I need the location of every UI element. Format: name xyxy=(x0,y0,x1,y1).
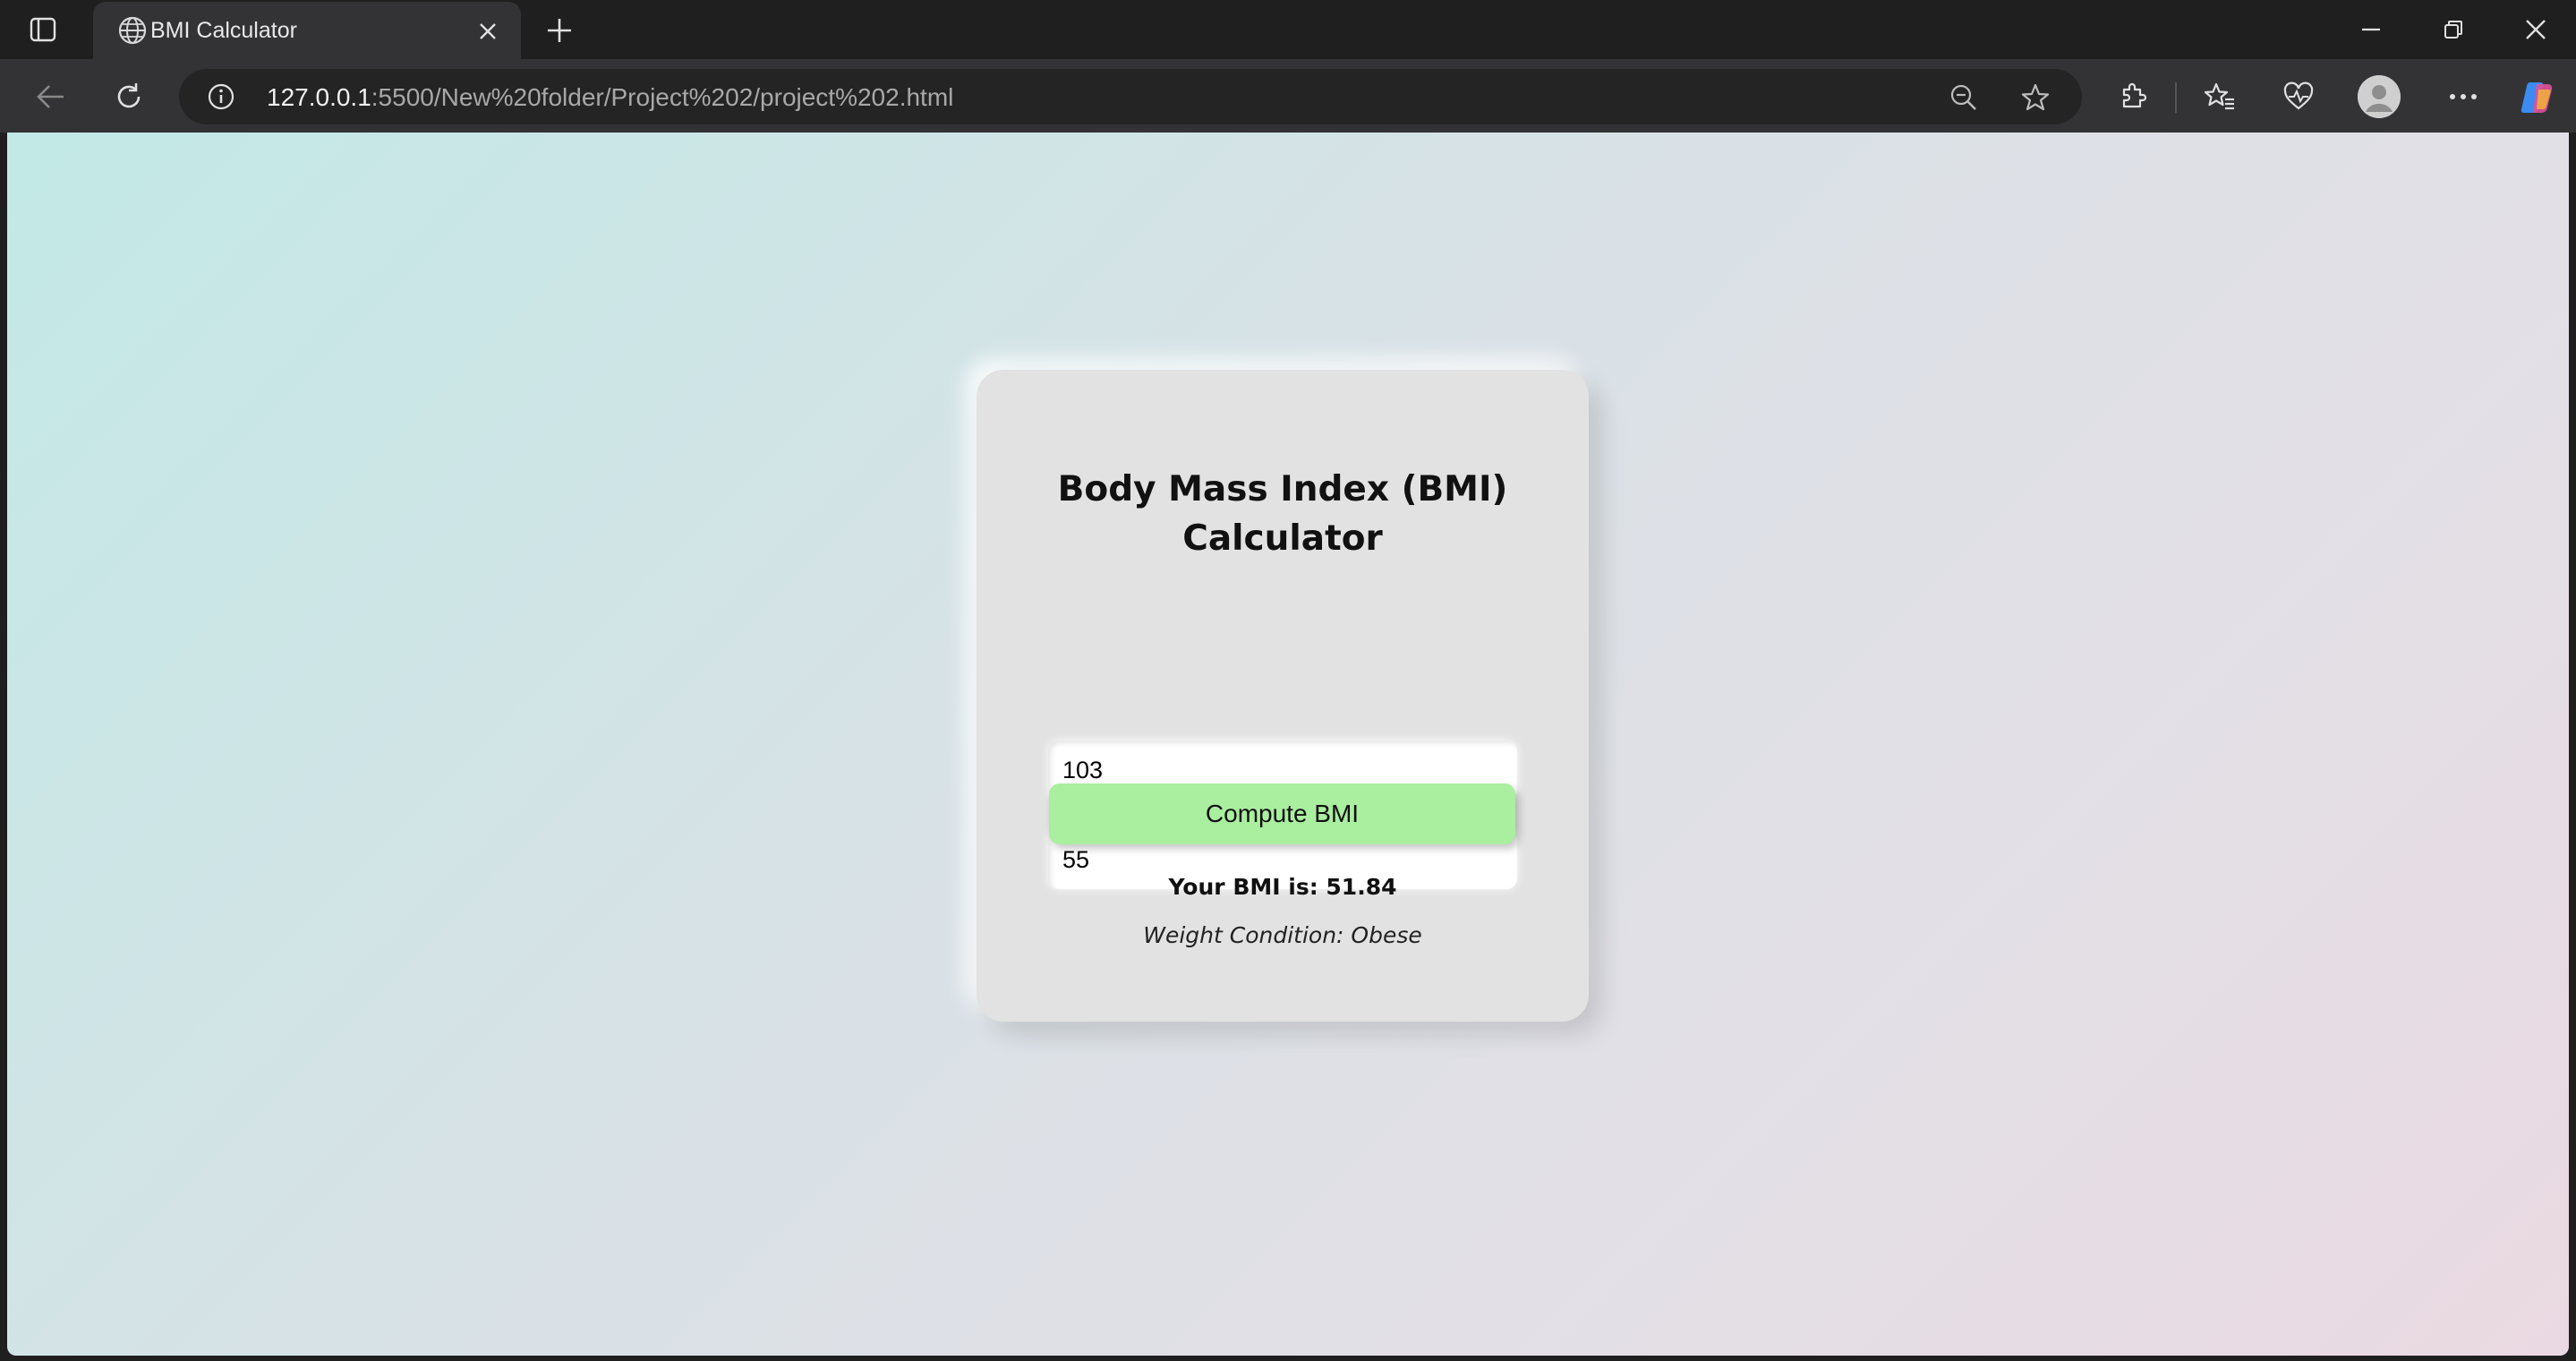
restore-icon[interactable] xyxy=(2433,11,2474,48)
favorites-icon[interactable] xyxy=(2198,75,2241,118)
plus-icon[interactable] xyxy=(542,13,577,48)
compute-bmi-button[interactable]: Compute BMI xyxy=(1049,783,1515,844)
browser-toolbar: 127.0.0.1:5500/New%20folder/Project%202/… xyxy=(0,59,2576,133)
window-close-icon[interactable] xyxy=(2515,11,2556,48)
copilot-icon[interactable] xyxy=(2517,77,2558,118)
page-title: Body Mass Index (BMI) Calculator xyxy=(1057,469,1508,559)
more-icon[interactable] xyxy=(2442,75,2485,118)
url-text[interactable]: 127.0.0.1:5500/New%20folder/Project%202/… xyxy=(267,83,953,112)
star-icon[interactable] xyxy=(2017,80,2053,116)
page-viewport: Body Mass Index (BMI) Calculator Compute… xyxy=(7,133,2569,1356)
zoom-out-icon[interactable] xyxy=(1946,80,1982,116)
refresh-icon[interactable] xyxy=(107,75,150,118)
tab-title: BMI Calculator xyxy=(150,18,297,43)
tab-actions-icon[interactable] xyxy=(21,13,64,46)
extensions-icon[interactable] xyxy=(2111,75,2154,118)
tab-strip: BMI Calculator xyxy=(0,0,2576,59)
bmi-result: Your BMI is: 51.84 xyxy=(1168,874,1397,900)
active-tab[interactable]: BMI Calculator xyxy=(93,2,521,59)
minimize-icon[interactable] xyxy=(2350,11,2392,48)
globe-icon xyxy=(116,14,149,47)
heart-pulse-icon[interactable] xyxy=(2277,75,2320,118)
url-path: :5500/New%20folder/Project%202/project%2… xyxy=(371,83,954,111)
profile-icon[interactable] xyxy=(2358,75,2401,118)
back-arrow-icon[interactable] xyxy=(29,75,72,118)
bmi-card: Body Mass Index (BMI) Calculator Compute… xyxy=(977,370,1589,1022)
weight-condition: Weight Condition: Obese xyxy=(1143,922,1422,948)
toolbar-separator xyxy=(2175,82,2177,113)
address-bar[interactable]: 127.0.0.1:5500/New%20folder/Project%202/… xyxy=(179,69,2082,124)
info-icon[interactable] xyxy=(206,81,236,112)
url-host: 127.0.0.1 xyxy=(267,83,371,111)
close-icon[interactable] xyxy=(473,16,503,47)
